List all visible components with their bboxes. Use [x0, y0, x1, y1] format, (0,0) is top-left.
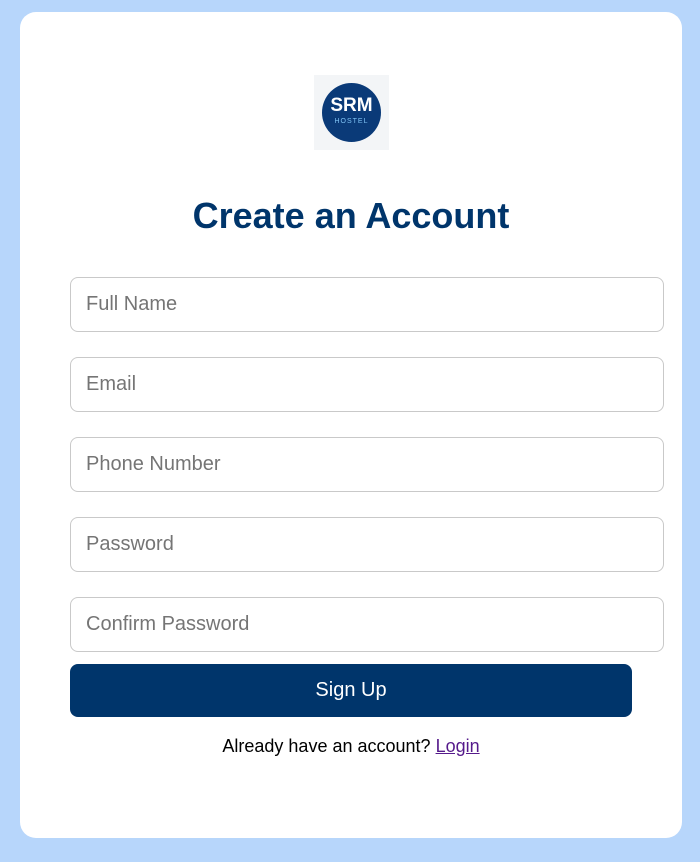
- login-link[interactable]: Login: [436, 736, 480, 756]
- logo-badge-icon: SRM HOSTEL: [322, 83, 381, 142]
- signup-card: SRM HOSTEL Create an Account Sign Up Alr…: [20, 12, 682, 838]
- login-prompt: Already have an account? Login: [20, 735, 682, 757]
- page-title: Create an Account: [192, 195, 510, 236]
- srm-hostel-logo: SRM HOSTEL: [314, 75, 389, 150]
- confirm-password-field[interactable]: [70, 597, 664, 652]
- phone-number-field[interactable]: [70, 437, 664, 492]
- full-name-field[interactable]: [70, 277, 664, 332]
- logo-main-text: SRM: [330, 95, 373, 116]
- logo-sub-text: HOSTEL: [334, 118, 369, 125]
- password-field[interactable]: [70, 517, 664, 572]
- sign-up-button[interactable]: Sign Up: [70, 664, 632, 717]
- login-prompt-text: Already have an account?: [222, 736, 431, 756]
- email-field[interactable]: [70, 357, 664, 412]
